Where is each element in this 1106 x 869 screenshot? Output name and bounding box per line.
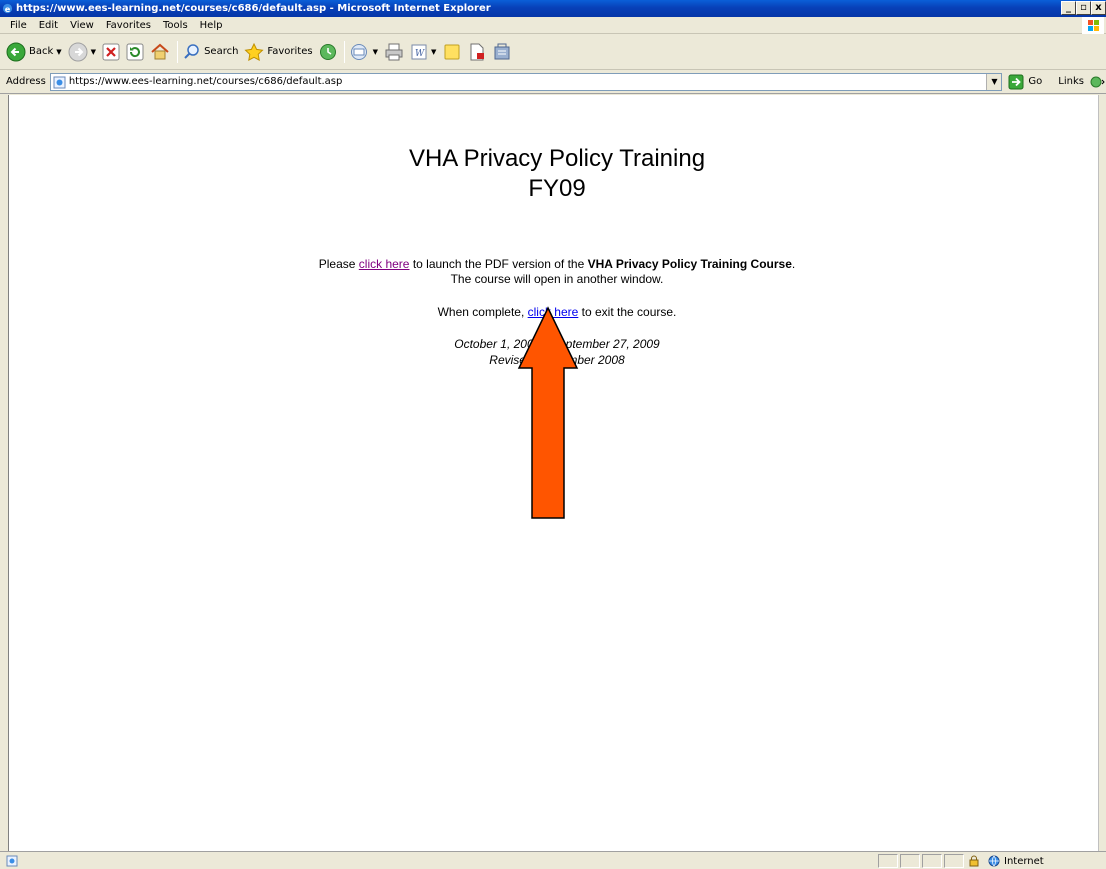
print-button[interactable] [382, 39, 406, 65]
history-icon [319, 43, 336, 60]
toolbar: Back ▼ ▼ Search Favorites ▼ W ▼ [0, 34, 1106, 70]
page-subtitle: FY09 [528, 175, 586, 202]
windows-flag-icon [1082, 17, 1104, 34]
status-panel [900, 854, 920, 868]
print-icon [385, 43, 403, 60]
favorites-button[interactable]: Favorites [242, 39, 314, 65]
up-arrow-annotation-icon [517, 306, 579, 519]
status-panel [878, 854, 898, 868]
address-dropdown-button[interactable]: ▼ [986, 73, 1002, 90]
ie-logo-icon: e [2, 3, 13, 14]
globe-icon [988, 855, 1000, 867]
chevron-down-icon[interactable]: ▼ [91, 48, 96, 56]
course-name: VHA Privacy Policy Training Course [587, 257, 792, 271]
page-status-icon [6, 855, 18, 867]
forward-arrow-icon [68, 42, 88, 61]
security-zone[interactable]: Internet [988, 854, 1044, 868]
refresh-button[interactable] [124, 39, 146, 65]
chevron-down-icon[interactable]: ▼ [431, 48, 436, 56]
note-icon [444, 44, 460, 59]
back-button[interactable]: Back ▼ [4, 39, 64, 65]
favorites-label: Favorites [267, 46, 313, 57]
home-button[interactable] [148, 39, 172, 65]
search-button[interactable]: Search [181, 39, 240, 65]
toolbox-icon [494, 43, 510, 59]
launch-paragraph: Please click here to launch the PDF vers… [9, 257, 1105, 271]
address-url: https://www.ees-learning.net/courses/c68… [68, 76, 343, 87]
lock-icon[interactable] [968, 855, 980, 867]
launch-note: The course will open in another window. [450, 272, 664, 286]
go-button[interactable]: Go [1008, 74, 1042, 90]
notes-button[interactable] [440, 39, 464, 65]
stop-icon [102, 43, 120, 60]
status-panel [922, 854, 942, 868]
menu-edit[interactable]: Edit [33, 17, 64, 33]
address-input[interactable]: https://www.ees-learning.net/courses/c68… [49, 72, 1003, 91]
exit-suffix-text: to exit the course. [578, 305, 677, 319]
menu-file[interactable]: File [4, 17, 33, 33]
search-icon [184, 43, 199, 59]
launch-prefix-text: Please [318, 257, 359, 271]
back-arrow-icon [6, 42, 26, 61]
menu-favorites[interactable]: Favorites [100, 17, 157, 33]
menu-help[interactable]: Help [194, 17, 229, 33]
pdf-icon [470, 43, 485, 60]
chevron-down-icon[interactable]: ▼ [56, 48, 61, 56]
word-icon: W [411, 44, 427, 59]
launch-course-link[interactable]: click here [359, 257, 410, 271]
toolbar-separator [343, 40, 345, 63]
status-panel [944, 854, 964, 868]
links-label: Links [1058, 76, 1084, 87]
research-button[interactable] [466, 39, 488, 65]
title-bar[interactable]: e https://www.ees-learning.net/courses/c… [0, 0, 1106, 17]
exit-prefix-text: When complete, [437, 305, 528, 319]
status-bar: Internet [0, 851, 1106, 869]
links-chevron-icon [1090, 76, 1105, 87]
minimize-button[interactable]: _ [1061, 1, 1076, 15]
menu-view[interactable]: View [64, 17, 100, 33]
menu-tools[interactable]: Tools [157, 17, 194, 33]
chevron-down-icon[interactable]: ▼ [373, 48, 378, 56]
page-title: VHA Privacy Policy Training [408, 145, 706, 172]
address-label: Address [6, 76, 46, 87]
page-icon [53, 76, 66, 88]
go-label: Go [1028, 76, 1043, 87]
word-button[interactable]: W ▼ [408, 39, 438, 65]
vertical-scrollbar[interactable] [1098, 95, 1106, 851]
links-toolbar[interactable]: Links [1058, 75, 1106, 89]
maximize-button[interactable]: ▫ [1076, 1, 1091, 15]
forward-button[interactable]: ▼ [66, 39, 98, 65]
mail-button[interactable]: ▼ [348, 39, 380, 65]
svg-text:e: e [5, 4, 11, 14]
launch-suffix-text: . [791, 257, 796, 271]
zone-label: Internet [1004, 855, 1044, 867]
menu-bar: File Edit View Favorites Tools Help [0, 17, 1106, 34]
browser-window: e https://www.ees-learning.net/courses/c… [0, 0, 1106, 869]
address-bar: Address https://www.ees-learning.net/cou… [0, 70, 1106, 94]
star-icon [244, 42, 265, 61]
go-arrow-icon [1008, 74, 1024, 89]
media-button[interactable] [317, 39, 339, 65]
home-icon [151, 43, 169, 59]
svg-text:W: W [415, 49, 425, 59]
window-title: https://www.ees-learning.net/courses/c68… [16, 3, 491, 14]
refresh-icon [126, 43, 144, 60]
launch-middle-text: to launch the PDF version of the [409, 257, 588, 271]
messenger-button[interactable] [490, 39, 514, 65]
close-button[interactable]: x [1091, 1, 1106, 15]
stop-button[interactable] [100, 39, 122, 65]
back-label: Back [29, 46, 54, 57]
search-label: Search [204, 46, 239, 57]
toolbar-separator [177, 40, 179, 63]
mail-icon [350, 43, 367, 60]
